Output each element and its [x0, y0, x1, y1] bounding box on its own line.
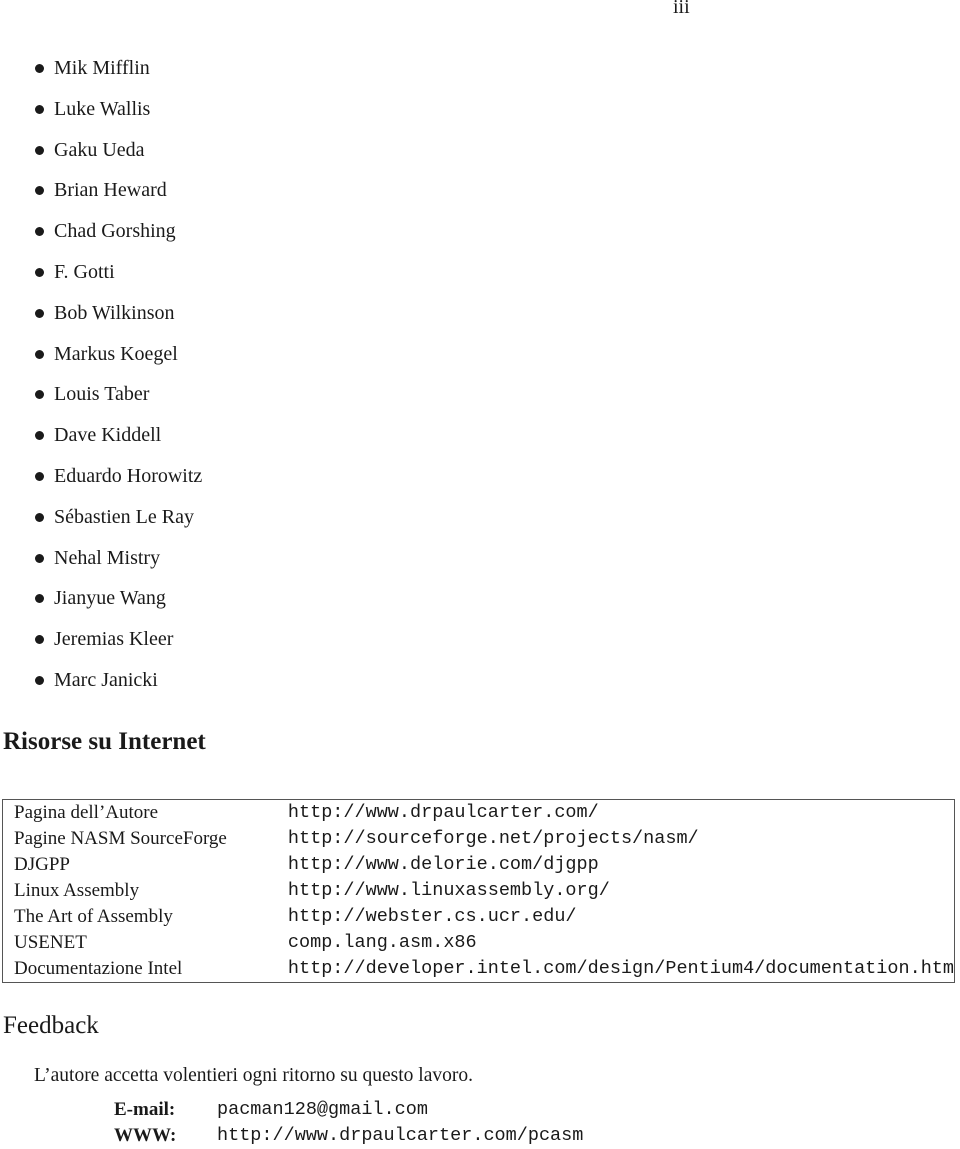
www-label: WWW: — [114, 1125, 177, 1146]
page-number: iii — [673, 0, 690, 18]
contributor-name: Eduardo Horowitz — [54, 464, 203, 487]
resource-url[interactable]: http://www.delorie.com/djgpp — [275, 852, 955, 878]
table-row: Pagine NASM SourceForge http://sourcefor… — [3, 826, 955, 852]
contributor-name: Bob Wilkinson — [54, 301, 175, 324]
list-item: Marc Janicki — [0, 666, 202, 707]
contributor-name: Marc Janicki — [54, 668, 158, 691]
feedback-heading: Feedback — [3, 1012, 99, 1039]
list-item: Mik Mifflin — [0, 54, 202, 95]
bullet-icon — [35, 145, 44, 155]
bullet-icon — [35, 390, 44, 400]
contact-row-www: WWW: http://www.drpaulcarter.com/pcasm — [114, 1123, 583, 1149]
table-row: DJGPP http://www.delorie.com/djgpp — [3, 852, 955, 878]
feedback-paragraph: L’autore accetta volentieri ogni ritorno… — [34, 1065, 473, 1086]
resource-url[interactable]: http://webster.cs.ucr.edu/ — [275, 904, 955, 930]
resource-label: Documentazione Intel — [14, 958, 183, 979]
email-label: E-mail: — [114, 1099, 176, 1120]
resource-url[interactable]: http://developer.intel.com/design/Pentiu… — [275, 956, 955, 983]
contributor-name: Dave Kiddell — [54, 424, 162, 447]
table-row: Linux Assembly http://www.linuxassembly.… — [3, 878, 955, 904]
contributor-name: Brian Heward — [54, 179, 167, 202]
bullet-icon — [35, 308, 44, 318]
contributor-name: Jianyue Wang — [54, 587, 166, 610]
list-item: Nehal Mistry — [0, 544, 202, 585]
contact-row-email: E-mail: pacman128@gmail.com — [114, 1097, 583, 1123]
list-item: Jeremias Kleer — [0, 625, 202, 666]
list-item: Jianyue Wang — [0, 584, 202, 625]
contributor-name: Luke Wallis — [54, 97, 151, 120]
contributor-name: Sébastien Le Ray — [54, 505, 194, 528]
www-link[interactable]: http://www.drpaulcarter.com/pcasm — [217, 1123, 583, 1149]
contributor-name: Markus Koegel — [54, 342, 178, 365]
resources-heading: Risorse su Internet — [3, 728, 206, 755]
bullet-icon — [35, 594, 44, 604]
resource-url[interactable]: comp.lang.asm.x86 — [275, 930, 955, 956]
list-item: Gaku Ueda — [0, 136, 202, 177]
bullet-icon — [35, 267, 44, 277]
resource-label: Pagina dell’Autore — [14, 802, 159, 823]
table-row: Pagina dell’Autore http://www.drpaulcart… — [3, 800, 955, 827]
bullet-icon — [35, 431, 44, 441]
resource-url[interactable]: http://sourceforge.net/projects/nasm/ — [275, 826, 955, 852]
contact-info: E-mail: pacman128@gmail.com WWW: http://… — [114, 1097, 583, 1149]
bullet-icon — [35, 635, 44, 645]
list-item: Sébastien Le Ray — [0, 503, 202, 544]
contributor-name: Mik Mifflin — [54, 57, 150, 79]
contributor-name: Gaku Ueda — [54, 138, 145, 161]
resource-url[interactable]: http://www.drpaulcarter.com/ — [275, 800, 955, 827]
list-item: Markus Koegel — [0, 340, 202, 381]
list-item: Bob Wilkinson — [0, 299, 202, 340]
bullet-icon — [35, 675, 44, 685]
resource-label: Pagine NASM SourceForge — [14, 828, 227, 849]
bullet-icon — [35, 186, 44, 196]
list-item: Dave Kiddell — [0, 421, 202, 462]
list-item: Chad Gorshing — [0, 217, 202, 258]
bullet-icon — [35, 104, 44, 114]
table-row: Documentazione Intel http://developer.in… — [3, 956, 955, 983]
contributor-name: Louis Taber — [54, 383, 150, 406]
bullet-icon — [35, 553, 44, 563]
table-row: The Art of Assembly http://webster.cs.uc… — [3, 904, 955, 930]
resource-label: The Art of Assembly — [14, 906, 173, 927]
list-item: Brian Heward — [0, 176, 202, 217]
list-item: F. Gotti — [0, 258, 202, 299]
resources-table: Pagina dell’Autore http://www.drpaulcart… — [2, 799, 955, 983]
list-item: Luke Wallis — [0, 95, 202, 136]
email-link[interactable]: pacman128@gmail.com — [217, 1097, 583, 1123]
contributor-name: Chad Gorshing — [54, 220, 176, 243]
table-row: USENET comp.lang.asm.x86 — [3, 930, 955, 956]
resource-label: Linux Assembly — [14, 880, 140, 901]
acknowledgments-list: Mik Mifflin Luke Wallis Gaku Ueda Brian … — [0, 54, 202, 707]
bullet-icon — [35, 64, 44, 73]
resource-label: USENET — [14, 932, 87, 953]
list-item: Louis Taber — [0, 380, 202, 421]
resource-url[interactable]: http://www.linuxassembly.org/ — [275, 878, 955, 904]
bullet-icon — [35, 512, 44, 522]
bullet-icon — [35, 227, 44, 237]
contributor-name: Jeremias Kleer — [54, 628, 174, 651]
bullet-icon — [35, 349, 44, 359]
contributor-name: Nehal Mistry — [54, 546, 161, 569]
bullet-icon — [35, 471, 44, 481]
contributor-name: F. Gotti — [54, 260, 115, 283]
list-item: Eduardo Horowitz — [0, 462, 202, 503]
resource-label: DJGPP — [14, 854, 70, 875]
